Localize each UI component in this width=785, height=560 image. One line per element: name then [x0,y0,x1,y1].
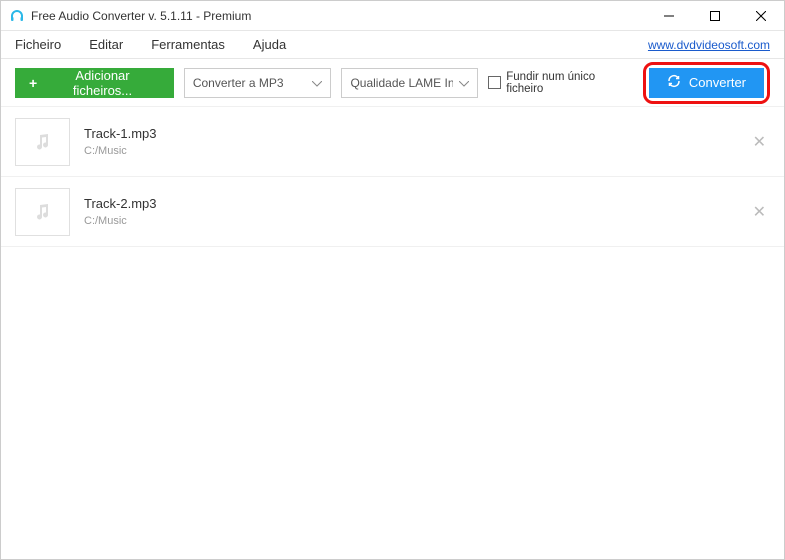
music-note-icon [33,202,53,222]
checkbox-icon [488,76,501,89]
convert-button[interactable]: Converter [649,68,764,98]
minimize-button[interactable] [646,1,692,30]
file-path: C:/Music [84,215,749,227]
file-name: Track-1.mp3 [84,126,749,141]
file-thumbnail [15,118,70,166]
plus-icon: + [29,75,37,91]
website-link[interactable]: www.dvdvideosoft.com [648,38,770,52]
merge-label: Fundir num único ficheiro [506,71,633,95]
app-title: Free Audio Converter v. 5.1.11 - Premium [31,9,646,23]
refresh-icon [667,74,681,91]
quality-dropdown[interactable]: Qualidade LAME Insane [341,68,478,98]
merge-checkbox[interactable]: Fundir num único ficheiro [488,71,632,95]
file-info: Track-1.mp3 C:/Music [84,126,749,157]
file-name: Track-2.mp3 [84,196,749,211]
close-button[interactable] [738,1,784,30]
music-note-icon [33,132,53,152]
convert-highlight: Converter [643,62,770,104]
toolbar: + Adicionar ficheiros... Converter a MP3… [1,59,784,107]
file-thumbnail [15,188,70,236]
format-dropdown[interactable]: Converter a MP3 [184,68,332,98]
file-path: C:/Music [84,145,749,157]
chevron-down-icon [459,76,469,90]
add-files-label: Adicionar ficheiros... [45,68,160,98]
titlebar: Free Audio Converter v. 5.1.11 - Premium [1,1,784,31]
menu-file[interactable]: Ficheiro [15,37,61,52]
menubar: Ficheiro Editar Ferramentas Ajuda www.dv… [1,31,784,59]
convert-label: Converter [689,75,746,90]
window-controls [646,1,784,30]
menu-tools[interactable]: Ferramentas [151,37,225,52]
menu-edit[interactable]: Editar [89,37,123,52]
format-label: Converter a MP3 [193,76,307,90]
quality-label: Qualidade LAME Insane [350,76,453,90]
file-row[interactable]: Track-1.mp3 C:/Music ✕ [1,107,784,177]
file-row[interactable]: Track-2.mp3 C:/Music ✕ [1,177,784,247]
maximize-button[interactable] [692,1,738,30]
chevron-down-icon [312,76,322,90]
remove-file-button[interactable]: ✕ [749,198,770,226]
file-info: Track-2.mp3 C:/Music [84,196,749,227]
app-icon [9,8,25,24]
menu-help[interactable]: Ajuda [253,37,286,52]
add-files-button[interactable]: + Adicionar ficheiros... [15,68,174,98]
file-list: Track-1.mp3 C:/Music ✕ Track-2.mp3 C:/Mu… [1,107,784,559]
remove-file-button[interactable]: ✕ [749,128,770,156]
